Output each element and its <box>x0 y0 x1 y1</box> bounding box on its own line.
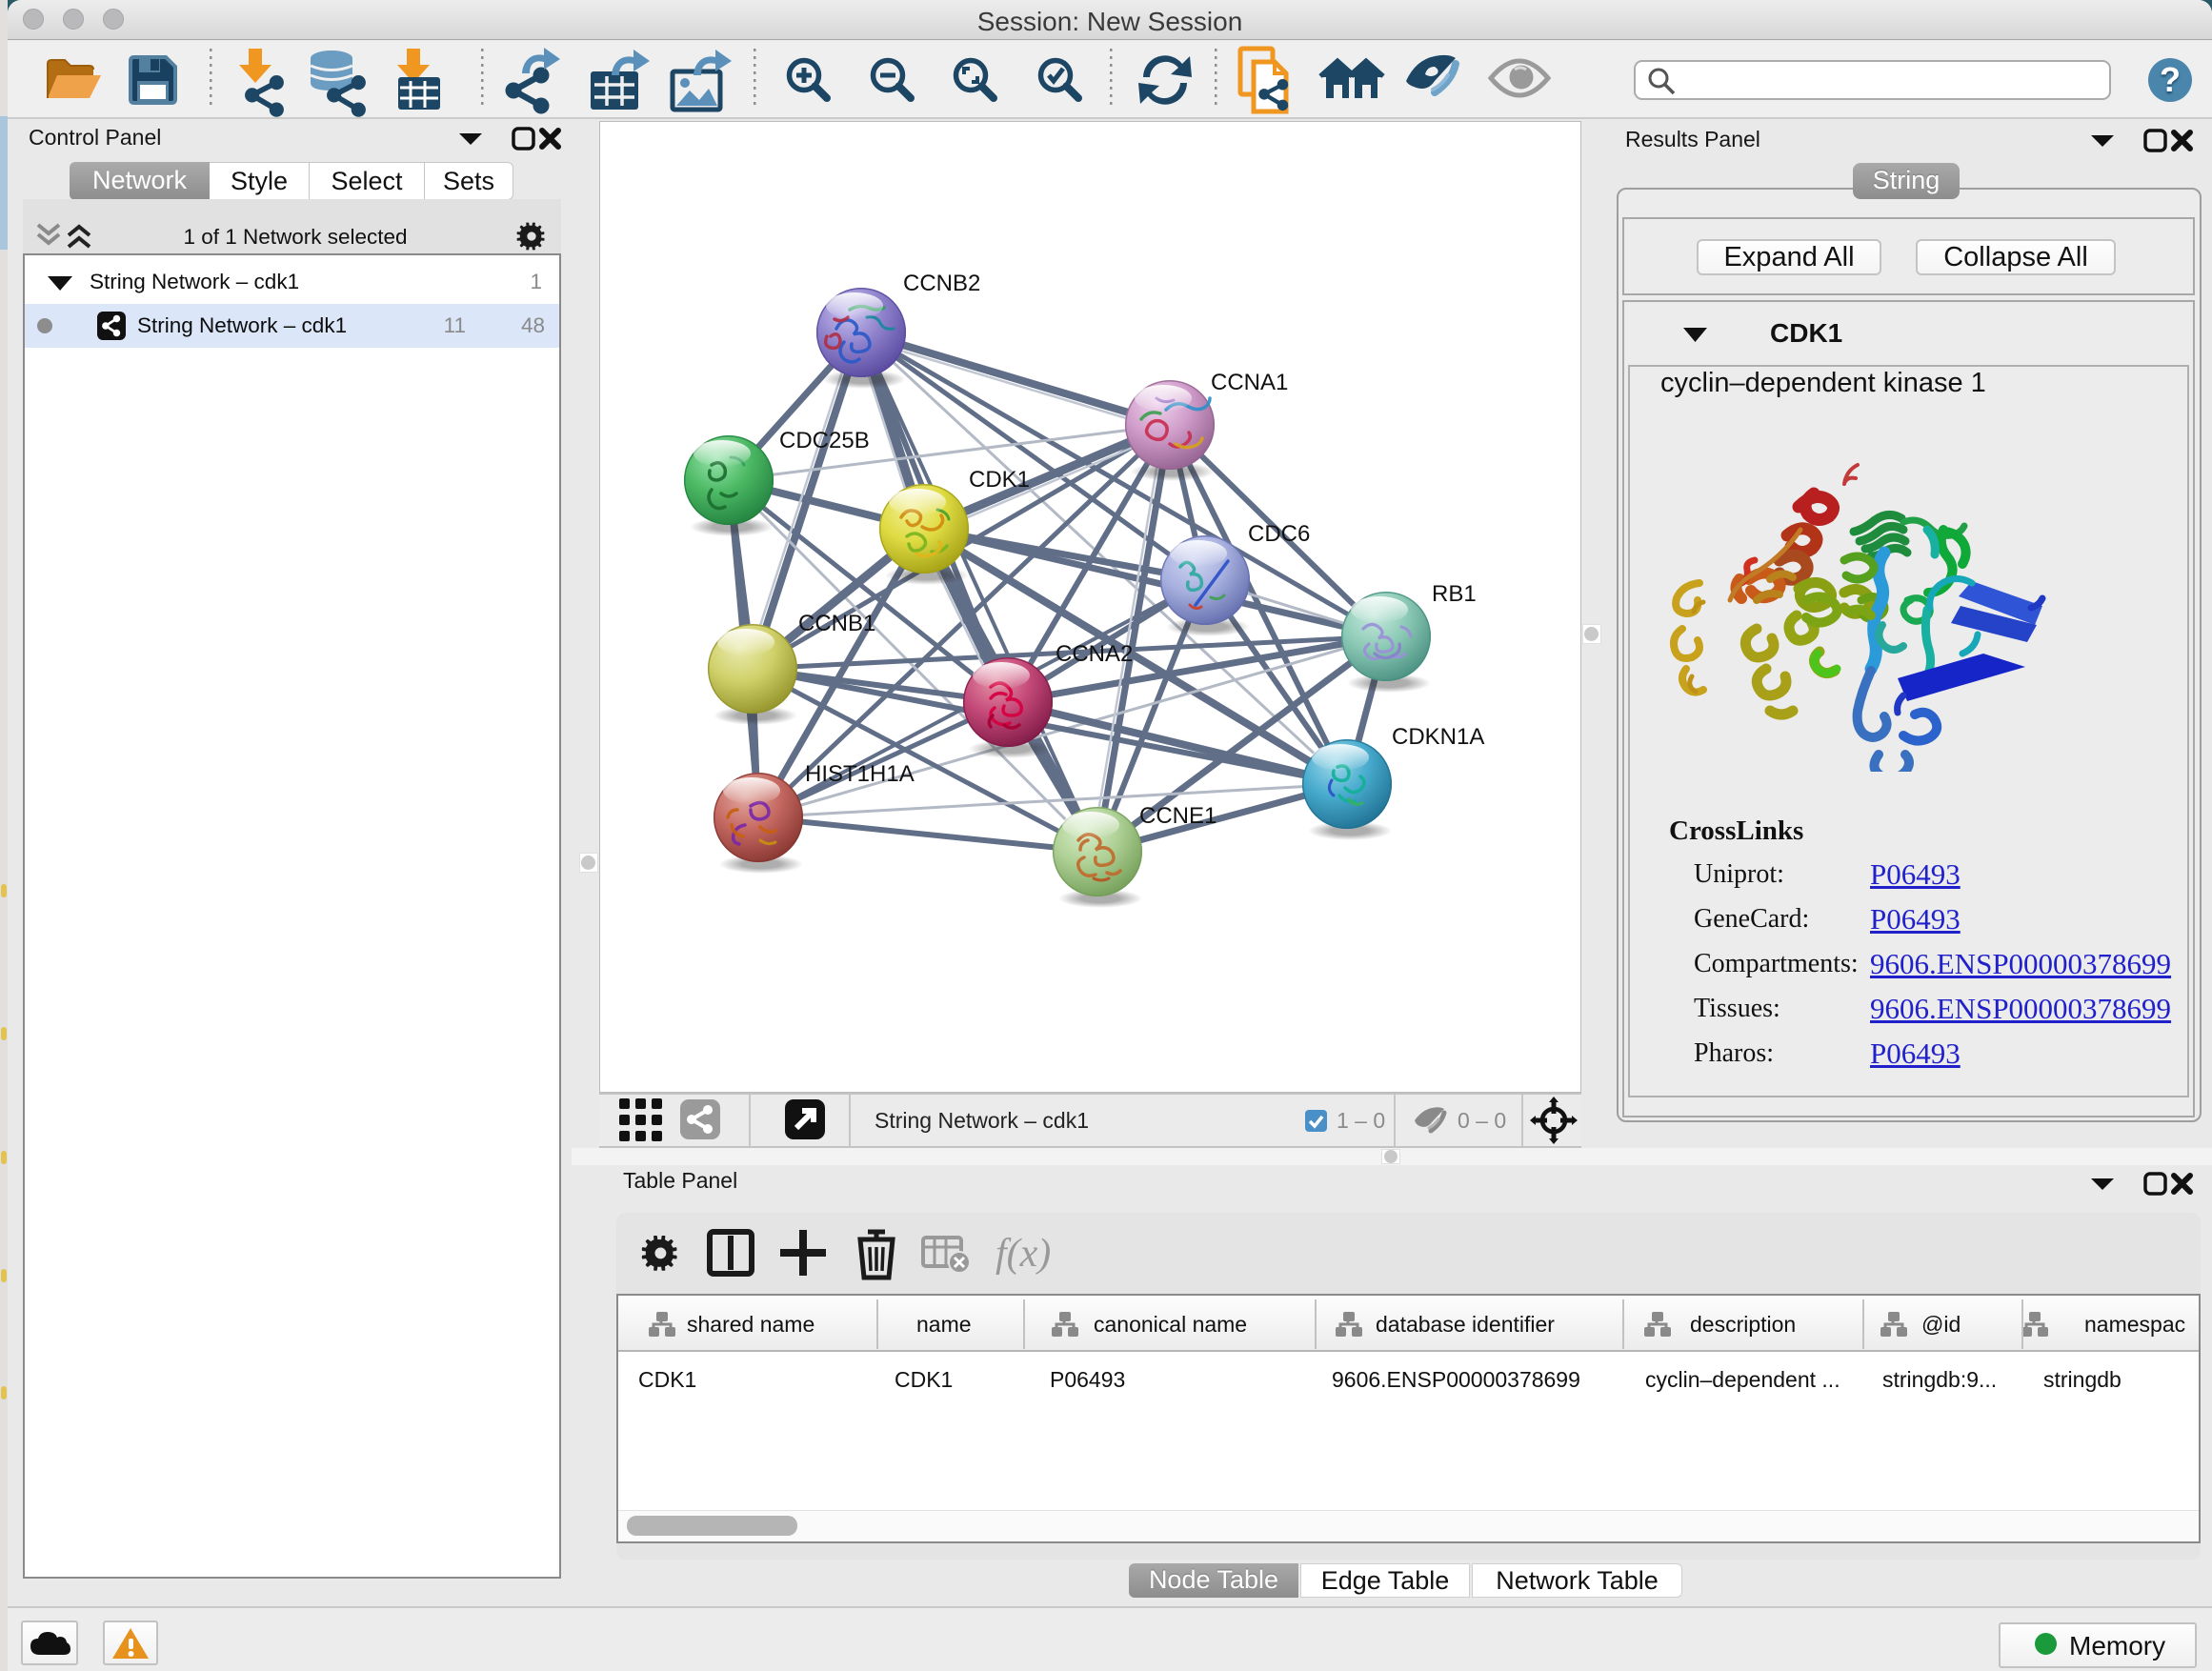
svg-text:name: name <box>916 1312 972 1337</box>
svg-text:description: description <box>1690 1312 1796 1337</box>
svg-text:1 – 0: 1 – 0 <box>1337 1108 1385 1133</box>
svg-text:CCNA1: CCNA1 <box>1211 370 1288 395</box>
svg-text:CDK1: CDK1 <box>969 467 1030 493</box>
svg-text:canonical name: canonical name <box>1094 1312 1247 1337</box>
svg-text:CDK1: CDK1 <box>638 1367 696 1392</box>
svg-text:CDC6: CDC6 <box>1248 521 1310 547</box>
svg-text:CCNB1: CCNB1 <box>798 611 875 636</box>
svg-text:RB1: RB1 <box>1432 581 1477 607</box>
svg-text:database identifier: database identifier <box>1376 1312 1555 1337</box>
svg-text:CDK1: CDK1 <box>895 1367 953 1392</box>
svg-text:0 – 0: 0 – 0 <box>1458 1108 1506 1133</box>
svg-text:namespac: namespac <box>2084 1312 2185 1337</box>
svg-text:?: ? <box>2160 60 2181 99</box>
svg-text:stringdb:9...: stringdb:9... <box>1882 1367 1997 1392</box>
svg-text:CDC25B: CDC25B <box>779 428 870 453</box>
svg-text:stringdb: stringdb <box>2043 1367 2122 1392</box>
svg-text:f(x): f(x) <box>995 1232 1051 1276</box>
svg-text:HIST1H1A: HIST1H1A <box>805 761 915 787</box>
svg-text:CCNE1: CCNE1 <box>1139 803 1217 829</box>
svg-text:shared name: shared name <box>687 1312 814 1337</box>
svg-text:cyclin–dependent ...: cyclin–dependent ... <box>1645 1367 1840 1392</box>
svg-text:P06493: P06493 <box>1050 1367 1125 1392</box>
svg-text:CCNB2: CCNB2 <box>903 271 980 296</box>
svg-text:CDKN1A: CDKN1A <box>1392 724 1484 750</box>
svg-text:9606.ENSP00000378699: 9606.ENSP00000378699 <box>1332 1367 1580 1392</box>
svg-text:CCNA2: CCNA2 <box>1056 641 1133 667</box>
svg-text:String Network – cdk1: String Network – cdk1 <box>875 1108 1089 1133</box>
svg-text:@id: @id <box>1921 1312 1961 1337</box>
